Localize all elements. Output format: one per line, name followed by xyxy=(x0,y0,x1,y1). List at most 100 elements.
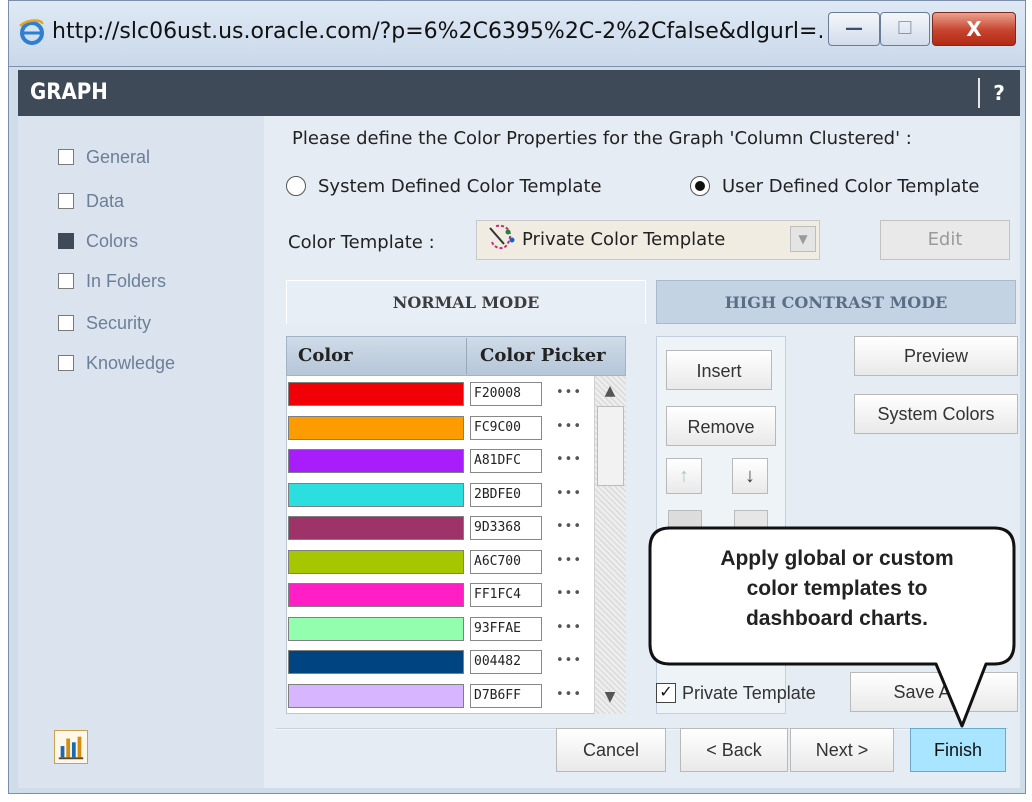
color-swatch[interactable] xyxy=(288,382,464,406)
hex-value-field[interactable]: A6C700 xyxy=(470,549,542,574)
checkbox-icon xyxy=(58,233,74,249)
color-swatch[interactable] xyxy=(288,583,464,607)
color-row[interactable]: 004482 ••• xyxy=(286,646,594,680)
sidebar-item-label: General xyxy=(86,146,151,167)
color-swatch[interactable] xyxy=(288,549,464,574)
internet-explorer-icon xyxy=(19,19,44,45)
maximize-icon: ☐ xyxy=(896,18,914,39)
color-picker-button[interactable]: ••• xyxy=(554,617,584,641)
hex-value-field[interactable]: 9D3368 xyxy=(470,516,542,540)
color-picker-button[interactable]: ••• xyxy=(554,483,584,507)
radio-label: System Defined Color Template xyxy=(318,175,602,197)
hex-value-field[interactable]: FC9C00 xyxy=(470,415,542,440)
sidebar-item-general[interactable]: General xyxy=(58,142,150,172)
color-swatch[interactable] xyxy=(288,449,464,473)
hex-value-field[interactable]: A81DFC xyxy=(470,449,542,473)
color-row[interactable]: A6C700 ••• xyxy=(286,546,594,580)
color-picker-button[interactable]: ••• xyxy=(554,583,584,607)
color-row[interactable]: 93FFAE ••• xyxy=(286,613,594,647)
color-picker-button[interactable]: ••• xyxy=(554,684,584,708)
hex-value-field[interactable]: 93FFAE xyxy=(470,616,542,641)
checkbox-icon xyxy=(58,149,74,165)
sidebar-item-knowledge[interactable]: Knowledge xyxy=(58,348,175,378)
color-swatch[interactable] xyxy=(288,482,464,507)
sidebar-item-label: In Folders xyxy=(86,270,167,291)
color-row[interactable]: A81DFC ••• xyxy=(286,445,594,479)
color-row[interactable]: FC9C00 ••• xyxy=(286,412,594,446)
sidebar-item-label: Knowledge xyxy=(86,352,176,373)
tab-high-contrast-mode[interactable]: HIGH CONTRAST MODE xyxy=(656,280,1016,324)
checkbox-icon xyxy=(58,355,74,371)
window-url: http://slc06ust.us.oracle.com/?p=6%2C639… xyxy=(52,19,822,44)
cancel-button[interactable]: Cancel xyxy=(556,728,666,772)
hex-value-field[interactable]: 2BDFE0 xyxy=(470,482,542,507)
preview-button[interactable]: Preview xyxy=(854,336,1018,376)
checkbox-icon xyxy=(58,273,74,289)
finish-button[interactable]: Finish xyxy=(910,728,1006,772)
system-colors-button[interactable]: System Colors xyxy=(854,394,1018,434)
hex-value-field[interactable]: 004482 xyxy=(470,650,542,674)
color-picker-button[interactable]: ••• xyxy=(554,550,584,574)
color-swatch[interactable] xyxy=(288,616,464,641)
hex-value-field[interactable]: D7B6FF xyxy=(470,683,542,708)
radio-selected-icon xyxy=(690,176,710,196)
dialog-title: GRAPH xyxy=(30,80,108,105)
color-row[interactable]: F20008 ••• xyxy=(286,378,594,412)
sidebar-item-label: Data xyxy=(86,190,125,211)
callout-text: Apply global or custom color templates t… xyxy=(672,544,1002,634)
color-swatch[interactable] xyxy=(288,650,464,674)
column-header-color: Color xyxy=(298,345,353,366)
scroll-down-icon[interactable]: ▼ xyxy=(596,684,624,710)
move-down-icon[interactable]: ↓ xyxy=(732,458,768,494)
callout-line: Apply global or custom xyxy=(720,547,954,570)
hex-value-field[interactable]: FF1FC4 xyxy=(470,583,542,607)
color-swatch[interactable] xyxy=(288,683,464,708)
color-swatch[interactable] xyxy=(288,516,464,540)
callout-line: dashboard charts. xyxy=(745,607,929,630)
tab-normal-mode[interactable]: NORMAL MODE xyxy=(286,280,646,324)
help-button[interactable]: ? xyxy=(986,70,1012,116)
bar-chart-icon[interactable] xyxy=(54,730,88,764)
sidebar-item-security[interactable]: Security xyxy=(58,308,151,338)
insert-button[interactable]: Insert xyxy=(666,350,772,390)
color-picker-button[interactable]: ••• xyxy=(554,650,584,674)
maximize-button[interactable]: ☐ xyxy=(880,12,930,46)
sidebar-item-in-folders[interactable]: In Folders xyxy=(58,266,166,296)
minimize-button[interactable]: — xyxy=(828,12,880,46)
sidebar xyxy=(18,116,264,788)
move-up-icon[interactable]: ↑ xyxy=(666,458,702,494)
sidebar-item-label: Security xyxy=(86,312,152,333)
color-template-label: Color Template : xyxy=(288,232,435,253)
sidebar-item-colors[interactable]: Colors xyxy=(58,226,138,256)
back-button[interactable]: < Back xyxy=(680,728,788,772)
color-picker-button[interactable]: ••• xyxy=(554,382,584,406)
column-header-color-picker: Color Picker xyxy=(480,345,606,366)
hex-value-field[interactable]: F20008 xyxy=(470,382,542,406)
close-window-button[interactable]: X xyxy=(932,12,1016,46)
color-picker-button[interactable]: ••• xyxy=(554,416,584,440)
color-row[interactable]: 2BDFE0 ••• xyxy=(286,479,594,513)
checkbox-icon xyxy=(58,193,74,209)
scroll-up-icon[interactable]: ▲ xyxy=(596,378,624,404)
color-picker-button[interactable]: ••• xyxy=(554,516,584,540)
color-row[interactable]: D7B6FF ••• xyxy=(286,680,594,714)
color-row[interactable]: FF1FC4 ••• xyxy=(286,579,594,613)
color-template-icon xyxy=(489,224,515,250)
radio-user-defined[interactable]: User Defined Color Template xyxy=(690,170,980,202)
sidebar-item-data[interactable]: Data xyxy=(58,186,124,216)
next-button[interactable]: Next > xyxy=(790,728,894,772)
radio-label: User Defined Color Template xyxy=(722,175,980,197)
header-divider xyxy=(978,78,980,108)
minimize-icon: — xyxy=(845,18,863,39)
checkbox-icon xyxy=(58,315,74,331)
color-row[interactable]: 9D3368 ••• xyxy=(286,512,594,546)
radio-system-defined[interactable]: System Defined Color Template xyxy=(286,170,602,202)
remove-button[interactable]: Remove xyxy=(666,406,776,446)
color-swatch[interactable] xyxy=(288,415,464,440)
dialog-header xyxy=(18,70,1020,116)
close-icon: X xyxy=(966,17,982,41)
edit-template-button[interactable]: Edit xyxy=(880,220,1010,260)
chevron-down-icon[interactable]: ▼ xyxy=(790,226,816,252)
color-picker-button[interactable]: ••• xyxy=(554,449,584,473)
scrollbar-thumb[interactable] xyxy=(597,406,624,486)
